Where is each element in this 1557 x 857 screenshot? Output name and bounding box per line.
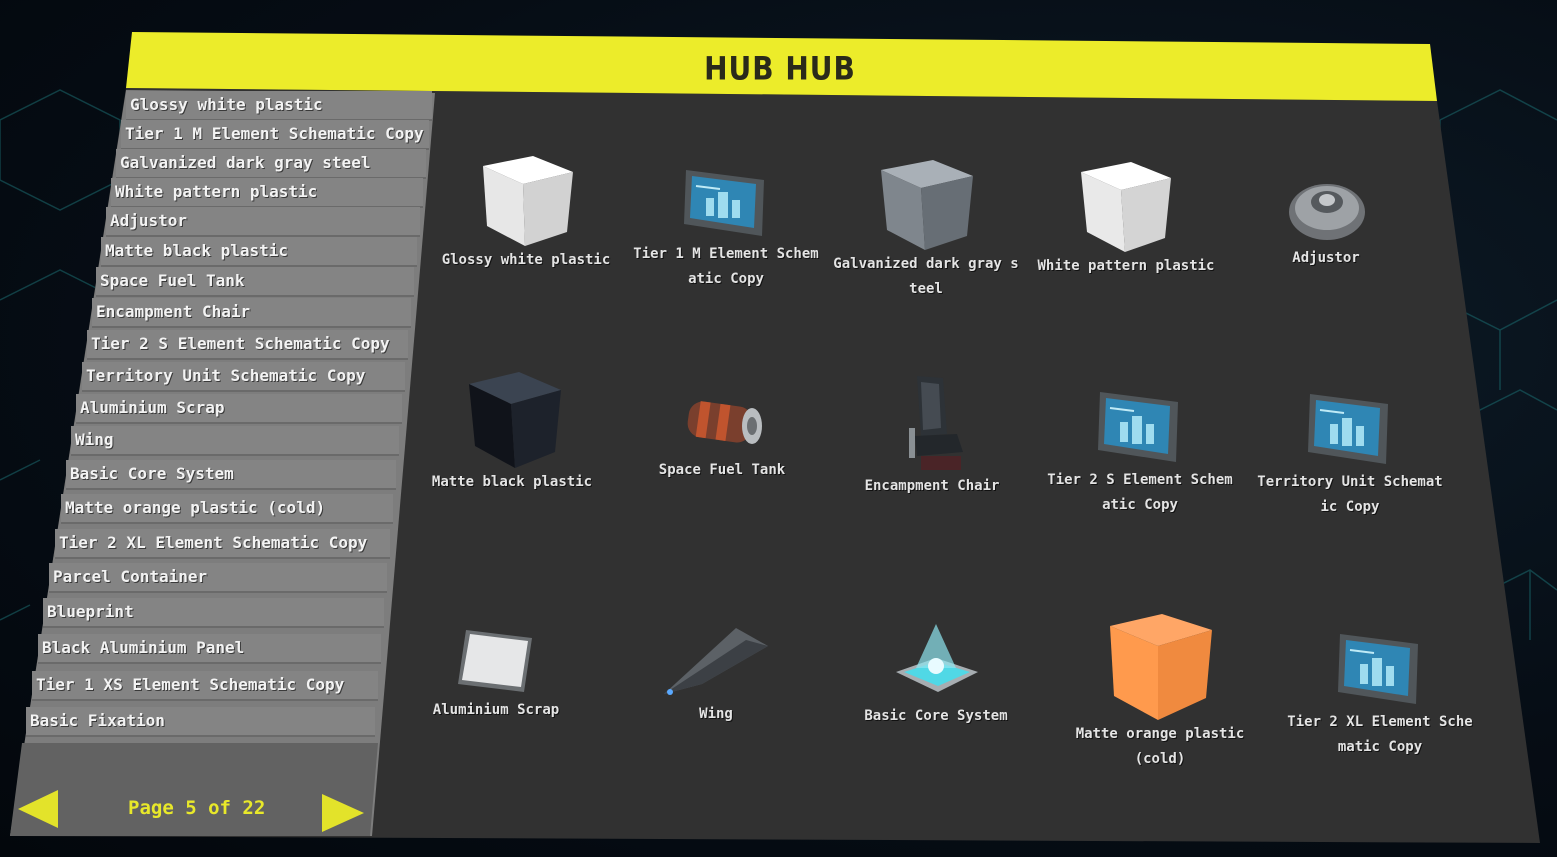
sidebar-item[interactable]: Tier 2 S Element Schematic Copy — [87, 330, 408, 360]
sidebar-item[interactable]: Encampment Chair — [92, 298, 411, 328]
grid-item[interactable]: Wing — [616, 622, 816, 727]
grid-item[interactable]: Space Fuel Tank — [622, 388, 822, 483]
sidebar-item[interactable]: Tier 1 XS Element Schematic Copy — [32, 671, 378, 701]
page-indicator: Page 5 of 22 — [128, 797, 266, 819]
schematic-icon — [1308, 394, 1388, 464]
grid-item[interactable]: Tier 1 M Element Schematic Copy — [626, 162, 826, 292]
grid-item[interactable]: Glossy white plastic — [426, 152, 626, 273]
grid-item[interactable]: Matte black plastic — [412, 368, 612, 495]
orange-cube-icon — [1110, 614, 1212, 720]
schematic-icon — [1338, 634, 1418, 704]
schematic-icon — [684, 170, 764, 236]
grid-item-label: Adjustor — [1292, 250, 1360, 266]
grid-item[interactable]: Encampment Chair — [832, 372, 1032, 499]
arrow-right-icon — [322, 794, 364, 832]
grid-item-label: Tier 2 S Element Schematic Copy — [1047, 472, 1233, 513]
sidebar-item[interactable]: Aluminium Scrap — [76, 394, 402, 424]
core-system-icon — [896, 624, 978, 692]
sidebar-item[interactable]: Parcel Container — [49, 563, 387, 593]
grid-item-label: White pattern plastic — [1037, 258, 1215, 274]
grid-item-label: Basic Core System — [864, 708, 1008, 724]
grid-item-label: Matte orange plastic (cold) — [1075, 726, 1245, 767]
grid-item-label: Galvanized dark gray steel — [833, 256, 1019, 297]
grid-item-label: Tier 1 M Element Schematic Copy — [633, 246, 819, 287]
gray-cube-icon — [881, 160, 973, 250]
sidebar-item[interactable]: Blueprint — [43, 598, 384, 628]
grid-item[interactable]: Tier 2 XL Element Schematic Copy — [1280, 628, 1480, 760]
sidebar-item[interactable]: Territory Unit Schematic Copy — [82, 362, 405, 392]
arrow-left-icon — [18, 790, 58, 828]
sidebar-item[interactable]: Matte black plastic — [101, 237, 417, 267]
sidebar-item[interactable]: Matte orange plastic (cold) — [61, 494, 393, 524]
sidebar-item[interactable]: Wing — [71, 426, 399, 456]
grid-item[interactable]: Tier 2 S Element Schematic Copy — [1040, 386, 1240, 518]
schematic-icon — [1098, 392, 1178, 462]
sidebar-item[interactable]: Glossy white plastic — [126, 91, 432, 121]
sidebar-item[interactable]: Basic Fixation — [26, 707, 375, 737]
grid-item-label: Aluminium Scrap — [432, 702, 560, 718]
window-title: HUB HUB — [704, 49, 856, 88]
sidebar-item[interactable]: Basic Core System — [66, 460, 396, 490]
grid-item[interactable]: Adjustor — [1226, 176, 1426, 271]
scrap-icon — [458, 630, 532, 692]
sidebar-item[interactable]: Tier 1 M Element Schematic Copy — [121, 120, 429, 150]
chair-icon — [909, 376, 963, 470]
grid-item[interactable]: Matte orange plastic (cold) — [1060, 610, 1260, 772]
grid-item-label: Tier 2 XL Element Schematic Copy — [1287, 714, 1473, 755]
sidebar-item[interactable]: Galvanized dark gray steel — [116, 149, 426, 179]
sidebar-item[interactable]: Tier 2 XL Element Schematic Copy — [55, 529, 390, 559]
grid-item-label: Encampment Chair — [864, 478, 1000, 494]
grid-item[interactable]: White pattern plastic — [1026, 158, 1226, 279]
sidebar-item[interactable]: White pattern plastic — [111, 178, 423, 208]
grid-item[interactable]: Aluminium Scrap — [396, 622, 596, 723]
prev-page-button[interactable] — [16, 788, 60, 834]
grid-item[interactable]: Galvanized dark gray steel — [826, 156, 1026, 302]
sidebar-item[interactable]: Space Fuel Tank — [96, 267, 414, 297]
grid-item-label: Territory Unit Schematic Copy — [1257, 474, 1443, 515]
grid-item[interactable]: Basic Core System — [836, 620, 1036, 729]
grid-item-label: Space Fuel Tank — [658, 462, 786, 478]
next-page-button[interactable] — [320, 792, 366, 838]
fuel-tank-icon — [687, 401, 762, 444]
white-cube-icon — [483, 156, 573, 246]
grid-item-label: Matte black plastic — [431, 474, 593, 490]
white-cube-icon — [1081, 162, 1171, 252]
hub-panel: HUB HUB Glossy white plastic Tier 1 M El… — [0, 0, 1557, 857]
grid-item-label: Wing — [699, 706, 733, 722]
sidebar-item[interactable]: Adjustor — [106, 207, 420, 237]
grid-item[interactable]: Territory Unit Schematic Copy — [1250, 388, 1450, 520]
sidebar-item[interactable]: Black Aluminium Panel — [38, 634, 381, 664]
wing-icon — [664, 628, 768, 695]
black-cube-icon — [469, 372, 561, 468]
grid-item-label: Glossy white plastic — [441, 252, 611, 268]
adjustor-icon — [1289, 184, 1365, 240]
